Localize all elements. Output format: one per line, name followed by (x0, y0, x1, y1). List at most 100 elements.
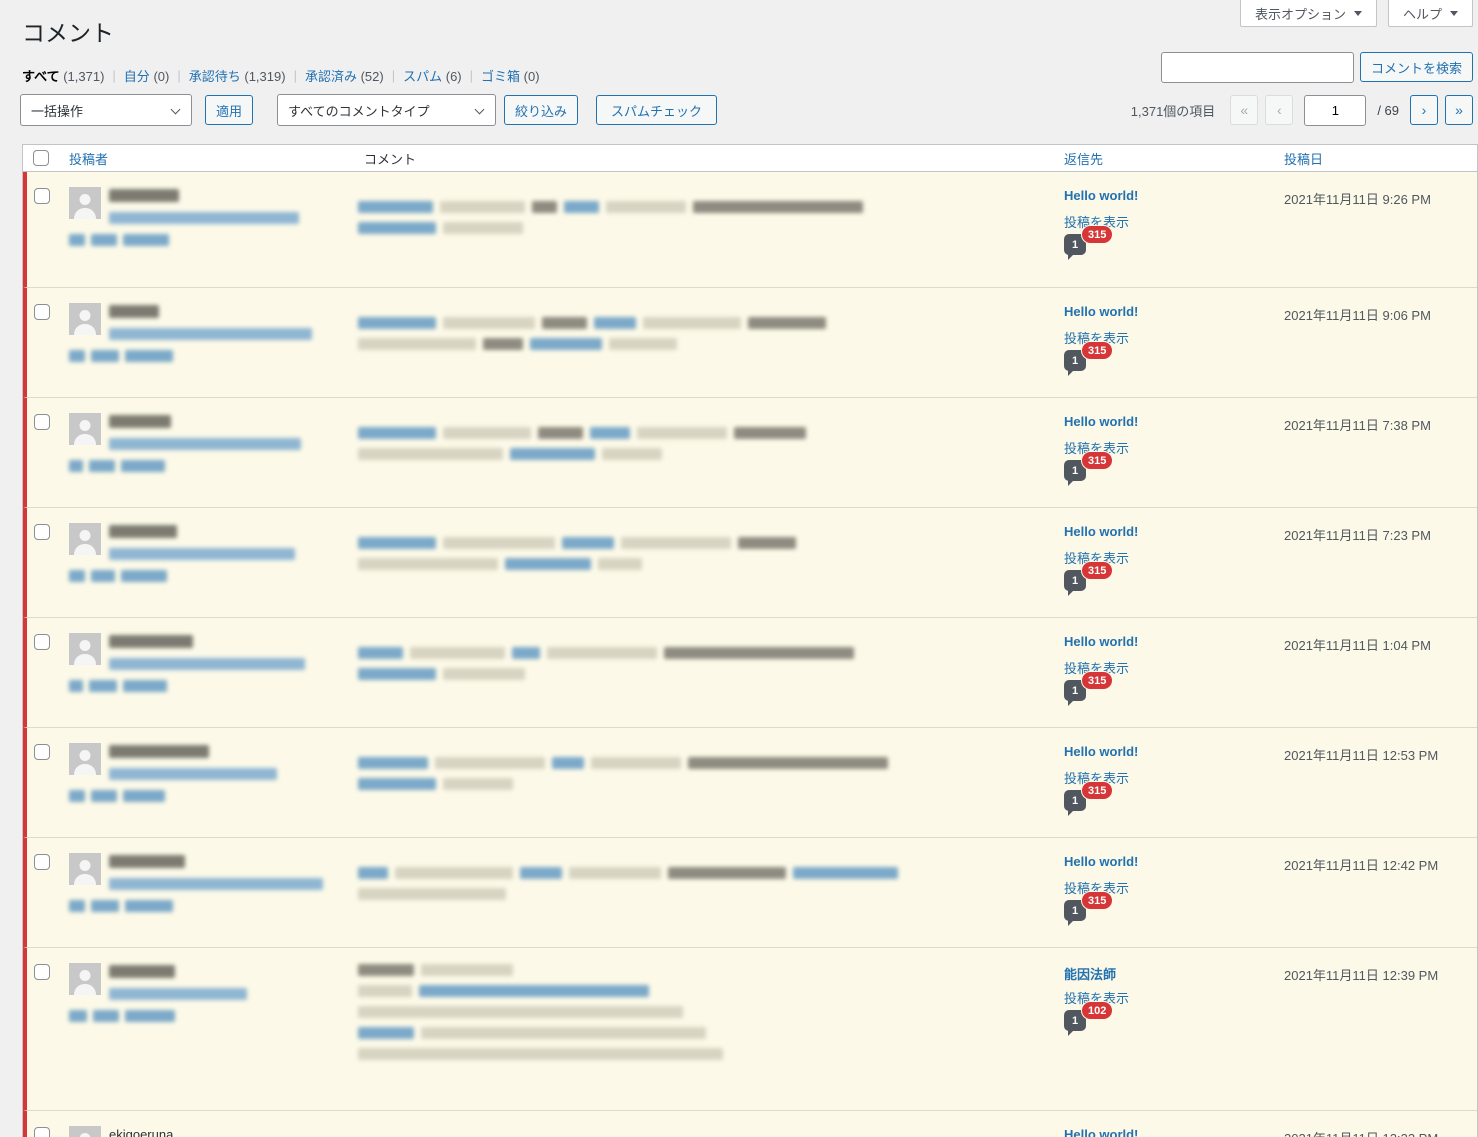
author-ip-blurred[interactable] (69, 460, 165, 472)
author-name-blurred (109, 965, 175, 978)
author-email-blurred[interactable] (109, 328, 312, 340)
comment-link-blurred (520, 867, 562, 879)
sort-in-response-to-header[interactable]: 返信先 (1064, 152, 1103, 167)
author-email-blurred[interactable] (109, 548, 295, 560)
row-checkbox[interactable] (34, 414, 50, 430)
first-page-button[interactable]: « (1230, 95, 1258, 125)
author-email-blurred[interactable] (109, 768, 277, 780)
author-name-blurred (109, 855, 185, 868)
reply-post-link[interactable]: 能因法師 (1064, 964, 1116, 983)
row-checkbox[interactable] (34, 964, 50, 980)
comment-row: ekigoerunaHello world!投稿を表示2021年11月11日 1… (23, 1110, 1477, 1137)
ip-segment (69, 790, 85, 802)
author-ip-blurred[interactable] (69, 900, 173, 912)
comment-count-bubble[interactable]: 1315 (1064, 234, 1086, 255)
comment-text-blurred (358, 964, 414, 976)
row-checkbox[interactable] (34, 634, 50, 650)
author-name-blurred (109, 745, 209, 758)
row-checkbox[interactable] (34, 524, 50, 540)
ip-segment (69, 900, 85, 912)
comment-text-blurred (602, 448, 662, 460)
comment-count-bubble[interactable]: 1102 (1064, 1010, 1086, 1031)
search-comments-input[interactable] (1161, 52, 1354, 83)
author-ip-blurred[interactable] (69, 680, 167, 692)
reply-post-link[interactable]: Hello world! (1064, 634, 1138, 649)
row-checkbox[interactable] (34, 744, 50, 760)
author-cell (61, 508, 356, 617)
author-ip-blurred[interactable] (69, 234, 169, 246)
comment-link-blurred (590, 427, 630, 439)
in-response-to-cell: Hello world!投稿を表示1315 (1056, 288, 1278, 397)
current-page-input[interactable] (1304, 95, 1366, 126)
comment-row: 能因法師投稿を表示11022021年11月11日 12:39 PM (23, 947, 1477, 1110)
filter-approved-link[interactable]: 承認済み (52) (305, 69, 384, 84)
check-spam-button[interactable]: スパムチェック (596, 95, 717, 125)
comment-count-bubble[interactable]: 1315 (1064, 350, 1086, 371)
comment-text-blurred (421, 964, 513, 976)
comment-count-bubble[interactable]: 1315 (1064, 570, 1086, 591)
last-page-button[interactable]: » (1445, 95, 1473, 125)
reply-post-link[interactable]: Hello world! (1064, 744, 1138, 759)
author-ip-blurred[interactable] (69, 1010, 175, 1022)
sort-author-header[interactable]: 投稿者 (69, 152, 108, 167)
ip-segment (91, 234, 117, 246)
bulk-action-select[interactable]: 一括操作 (20, 94, 192, 126)
author-email-blurred[interactable] (109, 212, 299, 224)
reply-post-link[interactable]: Hello world! (1064, 414, 1138, 429)
ip-segment (123, 680, 167, 692)
row-checkbox[interactable] (34, 188, 50, 204)
filter-trash-link[interactable]: ゴミ箱 (0) (481, 69, 540, 84)
comment-text-blurred (358, 338, 476, 350)
ip-segment (91, 570, 115, 582)
comment-count-bubble[interactable]: 1315 (1064, 790, 1086, 811)
filter-spam-link[interactable]: スパム (6) (403, 69, 462, 84)
comment-text-blurred (358, 985, 412, 997)
comment-count-bubble[interactable]: 1315 (1064, 460, 1086, 481)
author-email-blurred[interactable] (109, 658, 305, 670)
screen-options-button[interactable]: 表示オプション (1240, 0, 1377, 27)
filter-mine-link[interactable]: 自分 (0) (124, 69, 170, 84)
comment-text-line-blurred (358, 537, 796, 549)
apply-button[interactable]: 適用 (205, 95, 253, 125)
author-email-blurred[interactable] (109, 438, 301, 450)
filter-button[interactable]: 絞り込み (504, 95, 578, 125)
sort-date-header[interactable]: 投稿日 (1284, 152, 1323, 167)
comment-text-cell (356, 288, 1056, 397)
reply-post-link[interactable]: Hello world! (1064, 524, 1138, 539)
comment-date: 2021年11月11日 12:39 PM (1278, 948, 1477, 1110)
search-comments-button[interactable]: コメントを検索 (1360, 52, 1473, 82)
select-all-checkbox[interactable] (33, 150, 49, 166)
comment-count-bubble[interactable]: 1315 (1064, 900, 1086, 921)
help-button[interactable]: ヘルプ (1388, 0, 1473, 27)
reply-post-link[interactable]: Hello world! (1064, 854, 1138, 869)
reply-post-link[interactable]: Hello world! (1064, 188, 1138, 203)
comment-text-line-blurred (358, 778, 513, 790)
author-cell (61, 948, 356, 1110)
author-ip-blurred[interactable] (69, 350, 173, 362)
author-ip-blurred[interactable] (69, 790, 165, 802)
row-checkbox[interactable] (34, 854, 50, 870)
comment-text-blurred (734, 427, 806, 439)
avatar (69, 523, 101, 555)
comment-type-select[interactable]: すべてのコメントタイプ (277, 94, 496, 126)
reply-post-link[interactable]: Hello world! (1064, 304, 1138, 319)
filter-all-link[interactable]: すべて (1,371) (22, 69, 104, 84)
author-ip-blurred[interactable] (69, 570, 167, 582)
next-page-button[interactable]: › (1410, 95, 1438, 125)
row-checkbox[interactable] (34, 1127, 50, 1137)
chevron-down-icon (171, 105, 181, 115)
author-email-blurred[interactable] (109, 878, 323, 890)
comment-text-blurred (443, 222, 523, 234)
filter-pending-link[interactable]: 承認待ち (1,319) (189, 69, 286, 84)
comment-link-blurred (358, 537, 436, 549)
total-pages-label: / 69 (1377, 103, 1399, 118)
author-email-blurred[interactable] (109, 988, 247, 1000)
comment-type-value: すべてのコメントタイプ (288, 101, 430, 120)
reply-post-link[interactable]: Hello world! (1064, 1127, 1138, 1137)
comment-count-bubble[interactable]: 1315 (1064, 680, 1086, 701)
bubble-tail (1068, 254, 1074, 260)
comment-text-blurred (538, 427, 583, 439)
prev-page-button[interactable]: ‹ (1265, 95, 1293, 125)
row-checkbox[interactable] (34, 304, 50, 320)
in-response-to-cell: Hello world!投稿を表示1315 (1056, 398, 1278, 507)
